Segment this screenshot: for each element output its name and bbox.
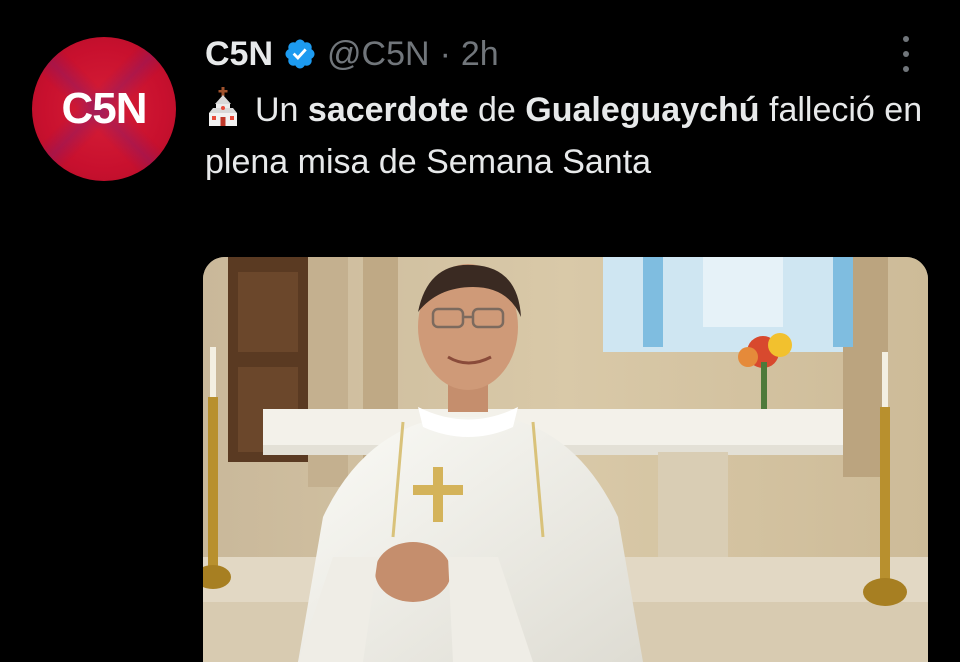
avatar[interactable]: C5N xyxy=(32,37,176,181)
text-part-4-bold: Gualeguaychú xyxy=(525,91,760,129)
tweet-header: C5N @C5N · 2h xyxy=(205,30,499,78)
tweet-media-photo[interactable] xyxy=(203,257,928,662)
handle[interactable]: @C5N xyxy=(327,35,430,74)
verified-badge-icon xyxy=(285,39,315,69)
text-part-2-bold: sacerdote xyxy=(307,91,469,129)
text-part-1: Un xyxy=(255,91,308,129)
avatar-logo-text: C5N xyxy=(61,84,147,133)
more-dot xyxy=(903,51,909,57)
photo-illustration xyxy=(203,257,928,662)
tweet[interactable]: C5N C5N @C5N · 2h Un sacerdote de Gualeg… xyxy=(0,0,960,662)
more-dot xyxy=(903,66,909,72)
timestamp[interactable]: 2h xyxy=(461,35,499,74)
more-dot xyxy=(903,36,909,42)
church-icon xyxy=(209,87,237,126)
text-part-3: de xyxy=(468,91,526,129)
separator-dot: · xyxy=(439,34,451,73)
display-name[interactable]: C5N xyxy=(205,35,273,74)
tweet-text: Un sacerdote de Gualeguaychú falleció en… xyxy=(205,84,925,188)
more-options-icon[interactable] xyxy=(896,36,916,72)
